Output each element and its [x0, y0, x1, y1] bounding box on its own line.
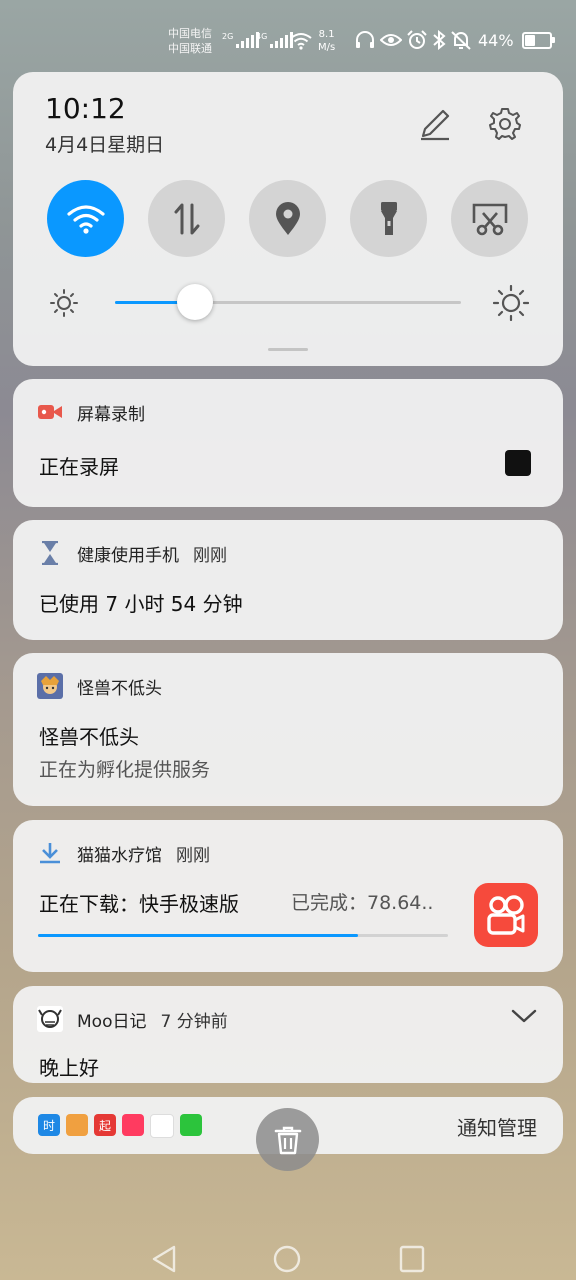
music-app-icon [122, 1114, 144, 1136]
mini-app-icons: 时起 [38, 1114, 202, 1138]
iqiyi-icon [180, 1114, 202, 1136]
trash-icon [274, 1126, 301, 1154]
location-pin-icon [275, 201, 300, 235]
home-icon[interactable] [272, 1244, 302, 1274]
navigation-bar [0, 1238, 576, 1280]
scissors-screen-icon [472, 203, 507, 235]
notification-manage-button[interactable]: 通知管理 [457, 1112, 537, 1141]
quick-settings-panel: 10:12 4月4日星期日 [13, 72, 563, 366]
clear-all-button[interactable] [256, 1108, 319, 1171]
alarm-icon [407, 30, 427, 49]
brightness-slider[interactable] [115, 284, 461, 320]
brightness-control [13, 284, 563, 321]
brightness-high-icon [493, 285, 529, 321]
notification-title: 晚上好 [39, 1056, 99, 1080]
notification-title: 怪兽不低头 [39, 725, 139, 749]
carrier-1: 中国电信 [168, 27, 212, 40]
signal-1-tag: 2G [222, 32, 234, 41]
headphones-icon [356, 31, 374, 48]
battery-icon [521, 31, 555, 49]
notification-download[interactable]: 猫猫水疗馆 刚刚 正在下载：快手极速版 已完成：78.64.. [13, 820, 563, 972]
net-speed: 8.1 M/s [318, 28, 335, 54]
location-toggle[interactable] [249, 180, 326, 257]
notification-app-name: 屏幕录制 [77, 404, 145, 425]
notification-app-name: Moo日记 [77, 1011, 147, 1032]
game-avatar-icon [37, 673, 63, 699]
signal-icon: 4G [256, 32, 294, 48]
chevron-down-icon[interactable] [511, 1008, 537, 1024]
net-speed-unit: M/s [318, 42, 336, 53]
mute-bell-icon [451, 31, 471, 50]
notification-time: 7 分钟前 [160, 1011, 228, 1032]
notification-subtitle: 正在为孵化提供服务 [39, 759, 211, 781]
qi-app-icon: 起 [94, 1114, 116, 1136]
flashlight-toggle[interactable] [350, 180, 427, 257]
notification-app-name: 猫猫水疗馆 [77, 845, 162, 866]
settings-gear-icon[interactable] [487, 106, 523, 142]
notification-time: 刚刚 [193, 545, 227, 566]
signal-icon: 2G [222, 32, 260, 48]
wifi-icon [290, 33, 312, 50]
status-bar: 中国电信 中国联通 2G 4G 8.1 M/s 44% [0, 22, 576, 62]
notification-title: 正在录屏 [39, 455, 119, 479]
notification-app-name: 怪兽不低头 [77, 678, 162, 699]
battery-percent: 44% [478, 30, 514, 50]
notification-time: 刚刚 [176, 845, 210, 866]
net-speed-value: 8.1 [318, 29, 335, 40]
download-icon [37, 840, 63, 866]
notification-moo[interactable]: Moo日记 7 分钟前 晚上好 [13, 986, 563, 1083]
stop-recording-button[interactable] [505, 450, 531, 476]
battery-fill [524, 34, 535, 46]
monkey-app-icon [66, 1114, 88, 1136]
recents-icon[interactable] [398, 1244, 426, 1274]
notification-monster[interactable]: 怪兽不低头 怪兽不低头 正在为孵化提供服务 [13, 653, 563, 806]
wifi-toggle[interactable] [47, 180, 124, 257]
download-progress-bar [38, 934, 448, 937]
carrier-2: 中国联通 [168, 42, 212, 55]
eye-icon [380, 34, 402, 46]
edit-pencil-icon[interactable] [417, 106, 453, 142]
clock-date: 4月4日星期日 [45, 134, 165, 156]
notification-title: 正在下载：快手极速版 [39, 892, 239, 916]
clock-time: 10:12 [45, 92, 126, 125]
screenshot-toggle[interactable] [451, 180, 528, 257]
moo-avatar-icon [37, 1006, 63, 1032]
signal-2-tag: 4G [256, 32, 268, 41]
people-daily-icon [150, 1114, 174, 1138]
brightness-slider-thumb[interactable] [176, 284, 213, 320]
wifi-icon [66, 204, 105, 234]
notification-health[interactable]: 健康使用手机 刚刚 已使用 7 小时 54 分钟 [13, 520, 563, 640]
carrier-names: 中国电信 中国联通 [168, 26, 212, 56]
notification-app-name: 健康使用手机 [77, 545, 179, 566]
download-progress-text: 已完成：78.64.. [291, 892, 434, 914]
data-arrows-icon [174, 203, 199, 234]
mobile-data-toggle[interactable] [148, 180, 225, 257]
hourglass-icon [37, 540, 63, 566]
notification-title: 已使用 7 小时 54 分钟 [39, 592, 243, 616]
kuaishou-icon [474, 883, 538, 947]
bluetooth-icon [433, 30, 446, 50]
brightness-low-icon [50, 289, 78, 317]
panel-drag-handle[interactable] [268, 348, 308, 351]
notification-screen-record[interactable]: 屏幕录制 正在录屏 [13, 379, 563, 507]
flashlight-icon [380, 201, 397, 235]
back-icon[interactable] [150, 1244, 178, 1274]
shi-app-icon: 时 [38, 1114, 60, 1136]
download-progress-fill [38, 934, 358, 937]
video-camera-icon [37, 399, 63, 425]
